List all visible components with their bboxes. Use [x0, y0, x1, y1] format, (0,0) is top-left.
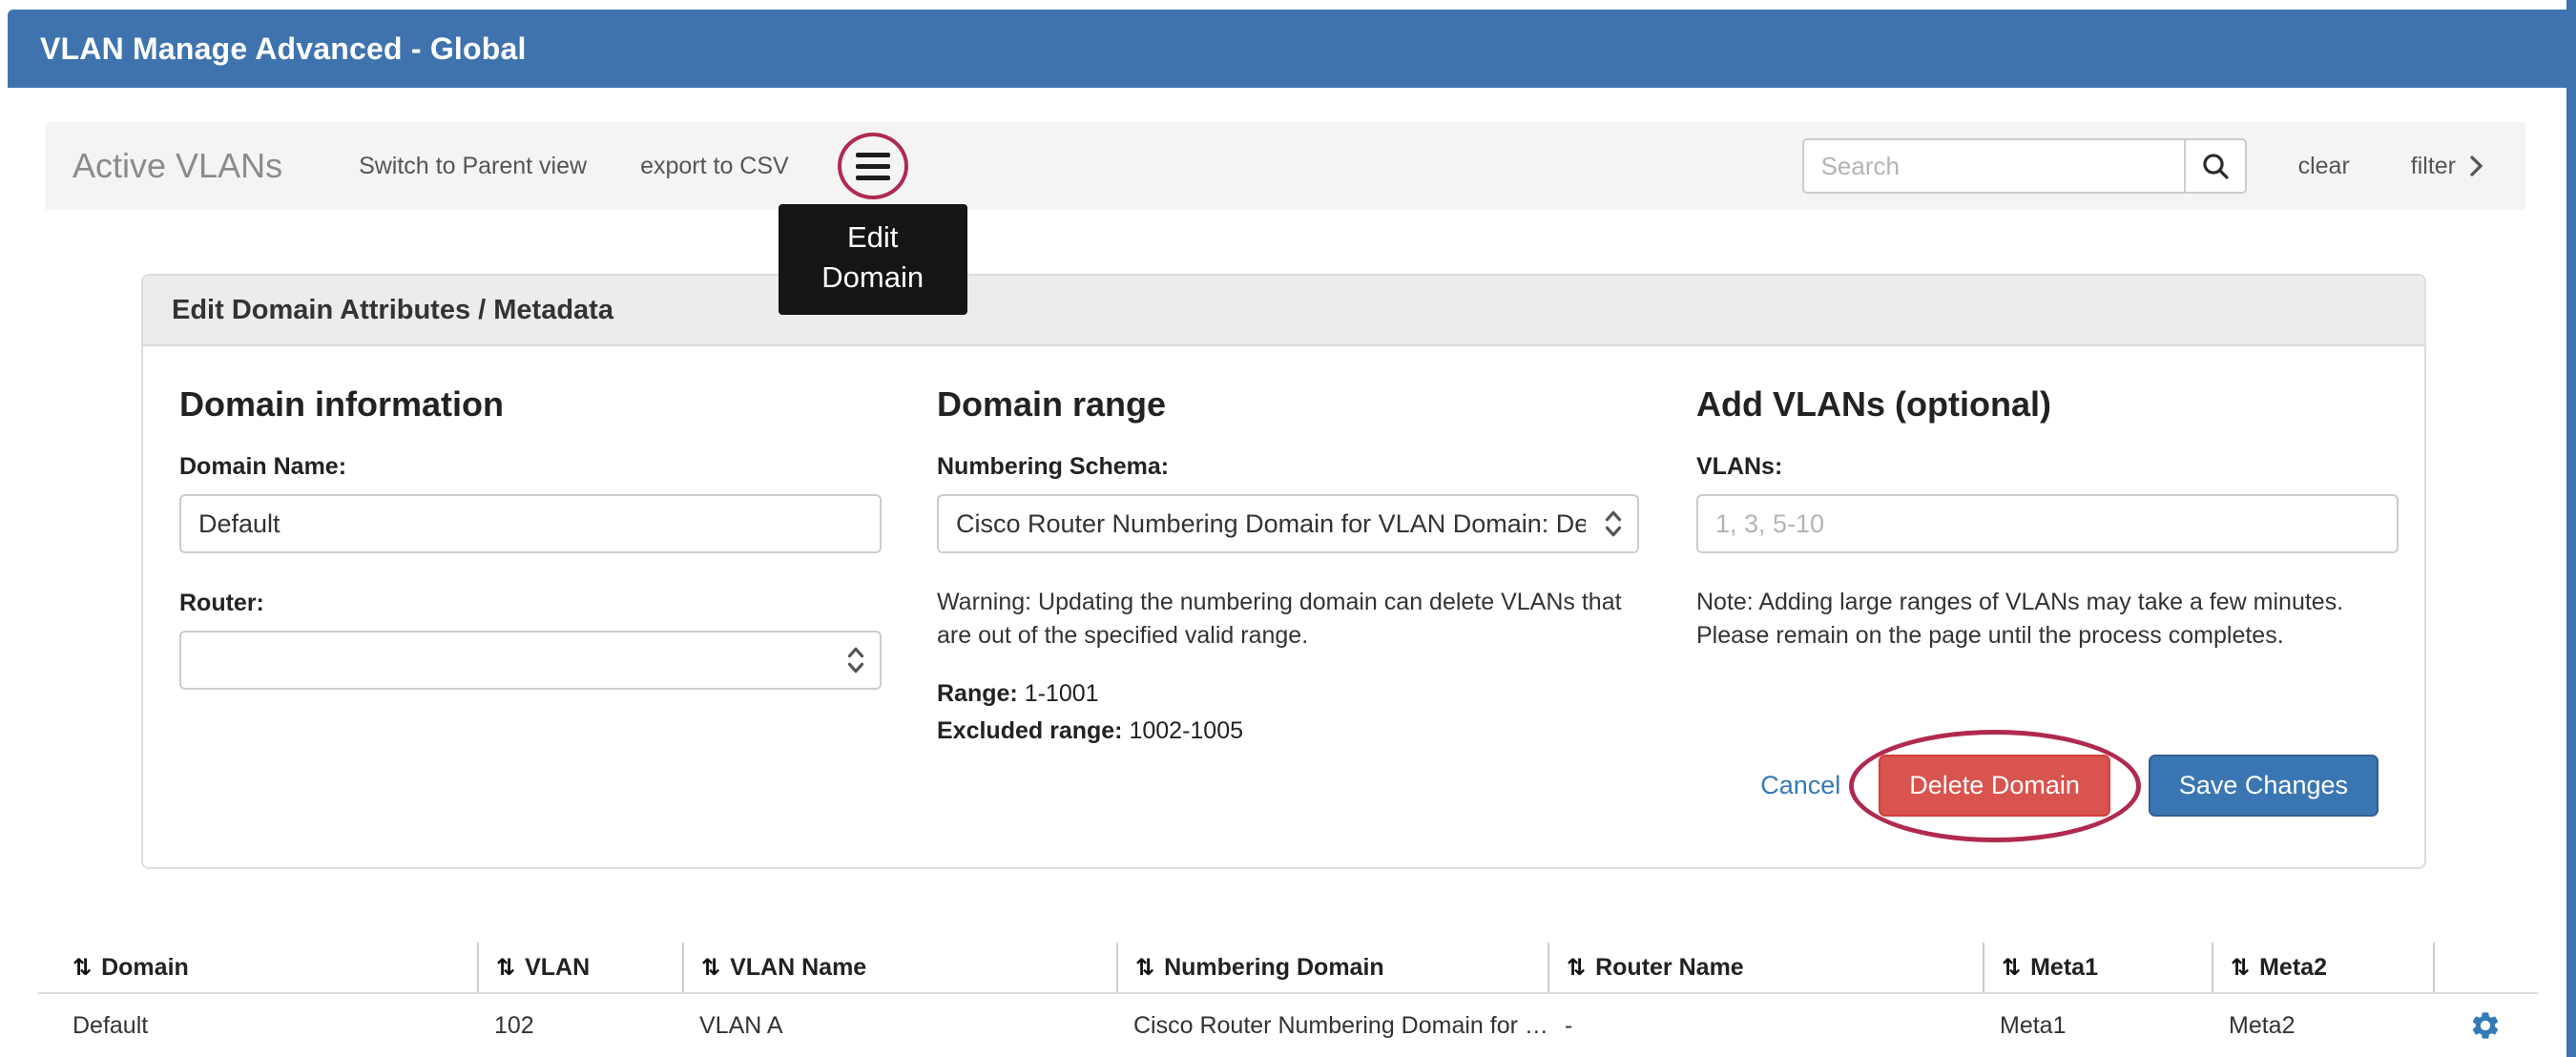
edit-domain-menu-button[interactable]: Edit Domain: [839, 132, 907, 200]
column-header-meta2[interactable]: ⇅ Meta2: [2212, 943, 2433, 992]
excluded-range-line: Excluded range: 1002-1005: [937, 717, 1639, 745]
column-header-vlan-name[interactable]: ⇅ VLAN Name: [682, 943, 1116, 992]
vlans-input[interactable]: [1696, 494, 2399, 553]
column-header-router-name[interactable]: ⇅ Router Name: [1548, 943, 1983, 992]
column-header-meta1[interactable]: ⇅ Meta1: [1983, 943, 2212, 992]
numbering-schema-value: Cisco Router Numbering Domain for VLAN D…: [956, 509, 1586, 539]
sort-icon: ⇅: [1567, 954, 1586, 981]
cancel-link[interactable]: Cancel: [1760, 771, 1840, 800]
app-header: VLAN Manage Advanced - Global: [8, 10, 2566, 88]
sort-icon: ⇅: [701, 954, 720, 981]
clear-link[interactable]: clear: [2298, 153, 2350, 180]
column-label: Router Name: [1595, 954, 1744, 982]
panel-title: Edit Domain Attributes / Metadata: [172, 295, 613, 326]
panel-header: Edit Domain Attributes / Metadata: [143, 276, 2424, 346]
sort-icon: ⇅: [2002, 954, 2021, 981]
switch-to-parent-view-link[interactable]: Switch to Parent view: [359, 153, 587, 180]
domain-information-heading: Domain information: [179, 384, 882, 425]
table-header-row: ⇅ Domain ⇅ VLAN ⇅ VLAN Name ⇅ Numbering …: [38, 943, 2538, 994]
cell-vlan-name: VLAN A: [682, 1012, 1116, 1040]
column-label: Meta1: [2030, 954, 2098, 982]
add-vlans-heading: Add VLANs (optional): [1696, 384, 2399, 425]
sort-icon: ⇅: [2231, 954, 2250, 981]
router-select[interactable]: [179, 631, 882, 690]
cell-domain: Default: [38, 1012, 477, 1040]
section-title: Active VLANs: [73, 146, 282, 186]
excluded-range-value: 1002-1005: [1129, 717, 1243, 744]
row-settings-button[interactable]: [2433, 1009, 2538, 1042]
edit-domain-panel: Edit Domain Attributes / Metadata Domain…: [141, 274, 2426, 869]
column-label: VLAN Name: [730, 954, 866, 982]
numbering-schema-label: Numbering Schema:: [937, 453, 1639, 481]
edit-domain-tooltip: Edit Domain: [779, 204, 967, 315]
cell-numbering-domain: Cisco Router Numbering Domain for …: [1116, 1012, 1548, 1040]
sort-icon: ⇅: [73, 954, 92, 981]
column-label: Domain: [101, 954, 189, 982]
select-arrows-icon: [1603, 508, 1624, 539]
search-button[interactable]: [2184, 138, 2247, 194]
router-label: Router:: [179, 590, 882, 617]
numbering-schema-select[interactable]: Cisco Router Numbering Domain for VLAN D…: [937, 494, 1639, 553]
numbering-warning-text: Warning: Updating the numbering domain c…: [937, 586, 1639, 652]
range-line: Range: 1-1001: [937, 680, 1639, 708]
table-row[interactable]: Default 102 VLAN A Cisco Router Numberin…: [38, 994, 2538, 1057]
vlans-note-text: Note: Adding large ranges of VLANs may t…: [1696, 586, 2399, 652]
cell-meta1: Meta1: [1983, 1012, 2212, 1040]
select-arrows-icon: [845, 645, 866, 675]
domain-information-section: Domain information Domain Name: Router:: [179, 384, 882, 690]
toolbar: Active VLANs Switch to Parent view expor…: [46, 122, 2525, 210]
export-to-csv-link[interactable]: export to CSV: [640, 153, 789, 180]
sort-icon: ⇅: [1135, 954, 1154, 981]
vlan-table: ⇅ Domain ⇅ VLAN ⇅ VLAN Name ⇅ Numbering …: [38, 943, 2538, 1057]
range-value: 1-1001: [1025, 680, 1099, 707]
window-edge-strip: [2566, 0, 2576, 1057]
add-vlans-section: Add VLANs (optional) VLANs: Note: Adding…: [1696, 384, 2399, 652]
delete-domain-button[interactable]: Delete Domain: [1879, 755, 2110, 817]
search-input[interactable]: [1802, 138, 2184, 194]
panel-actions: Cancel Delete Domain Save Changes: [1760, 755, 2379, 817]
excluded-range-label: Excluded range:: [937, 717, 1123, 744]
column-header-vlan[interactable]: ⇅ VLAN: [477, 943, 682, 992]
column-header-domain[interactable]: ⇅ Domain: [38, 943, 477, 992]
domain-name-label: Domain Name:: [179, 453, 882, 481]
panel-body: Domain information Domain Name: Router: …: [143, 346, 2424, 867]
range-label: Range:: [937, 680, 1018, 707]
cell-vlan: 102: [477, 1012, 682, 1040]
column-label: VLAN: [525, 954, 590, 982]
cell-meta2: Meta2: [2212, 1012, 2433, 1040]
domain-range-section: Domain range Numbering Schema: Cisco Rou…: [937, 384, 1639, 745]
page-title: VLAN Manage Advanced - Global: [40, 31, 527, 67]
column-header-numbering-domain[interactable]: ⇅ Numbering Domain: [1116, 943, 1548, 992]
gear-icon: [2469, 1009, 2502, 1042]
filter-label: filter: [2411, 153, 2456, 180]
search-group: [1802, 138, 2247, 194]
cell-router-name: -: [1548, 1012, 1983, 1040]
domain-range-heading: Domain range: [937, 384, 1639, 425]
column-label: Numbering Domain: [1164, 954, 1384, 982]
sort-icon: ⇅: [496, 954, 515, 981]
search-icon: [2200, 151, 2231, 181]
column-header-actions: [2433, 943, 2538, 992]
chevron-right-icon: [2469, 155, 2483, 177]
filter-link[interactable]: filter: [2411, 153, 2483, 180]
hamburger-icon: [856, 153, 890, 180]
vlan-manage-page: VLAN Manage Advanced - Global Active VLA…: [0, 0, 2576, 1057]
delete-domain-wrap: Delete Domain: [1879, 755, 2110, 817]
column-label: Meta2: [2259, 954, 2327, 982]
domain-name-input[interactable]: [179, 494, 882, 553]
save-changes-button[interactable]: Save Changes: [2149, 755, 2379, 817]
vlans-label: VLANs:: [1696, 453, 2399, 481]
